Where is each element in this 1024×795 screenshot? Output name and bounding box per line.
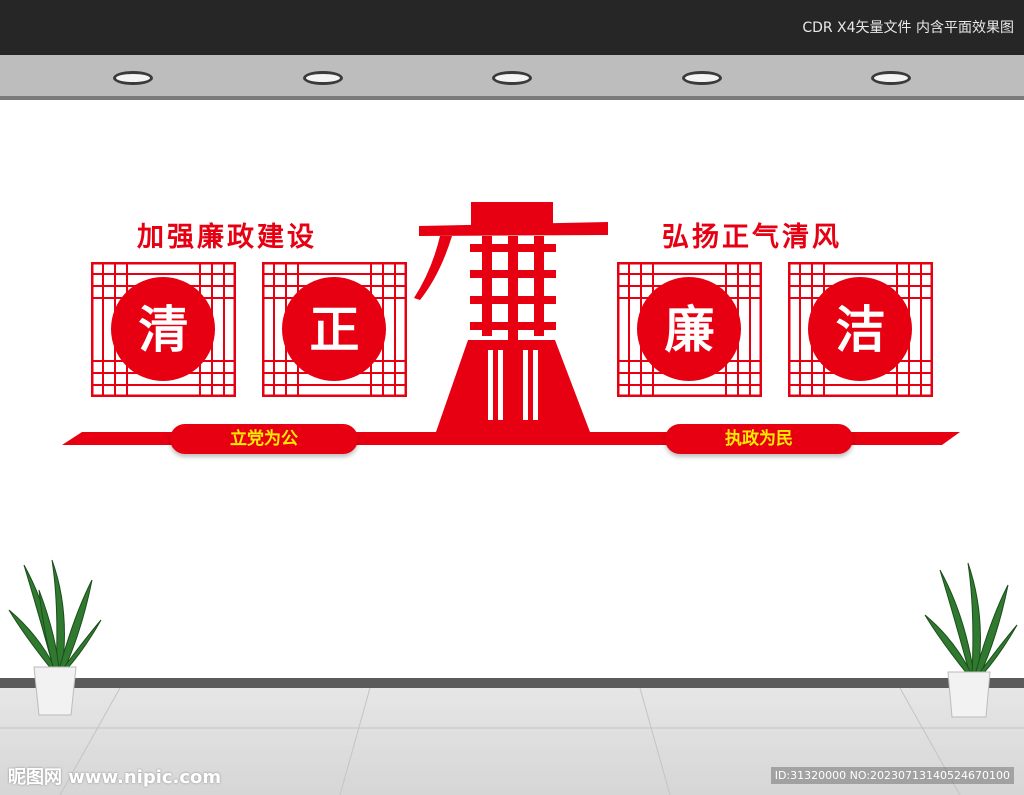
- ceiling-light-1: [113, 71, 153, 85]
- panel-char-2: 正: [309, 300, 360, 359]
- watermark-id: ID:31320000 NO:20230713140524670100: [770, 767, 1014, 784]
- ceiling-light-4: [682, 71, 722, 85]
- ceiling-light-3: [492, 71, 532, 85]
- potted-plant-left: [8, 559, 102, 716]
- pill-left: 立党为公: [170, 424, 358, 454]
- ceiling-light-5: [871, 71, 911, 85]
- ceiling-light-2: [303, 71, 343, 85]
- baseboard: [0, 678, 1024, 688]
- potted-plant-right: [924, 562, 1018, 718]
- pill-right: 执政为民: [665, 424, 853, 454]
- top-bar: CDR X4矢量文件 内含平面效果图: [0, 0, 1024, 55]
- watermark-site: 昵图网 www.nipic.com: [8, 767, 222, 788]
- file-info-text: CDR X4矢量文件 内含平面效果图: [802, 20, 1014, 36]
- slogan-right: 弘扬正气清风: [662, 222, 842, 253]
- panel-char-1: 清: [138, 300, 189, 359]
- panel-char-3: 廉: [664, 300, 715, 359]
- panel-char-4: 洁: [835, 300, 886, 359]
- slogan-left: 加强廉政建设: [137, 222, 317, 253]
